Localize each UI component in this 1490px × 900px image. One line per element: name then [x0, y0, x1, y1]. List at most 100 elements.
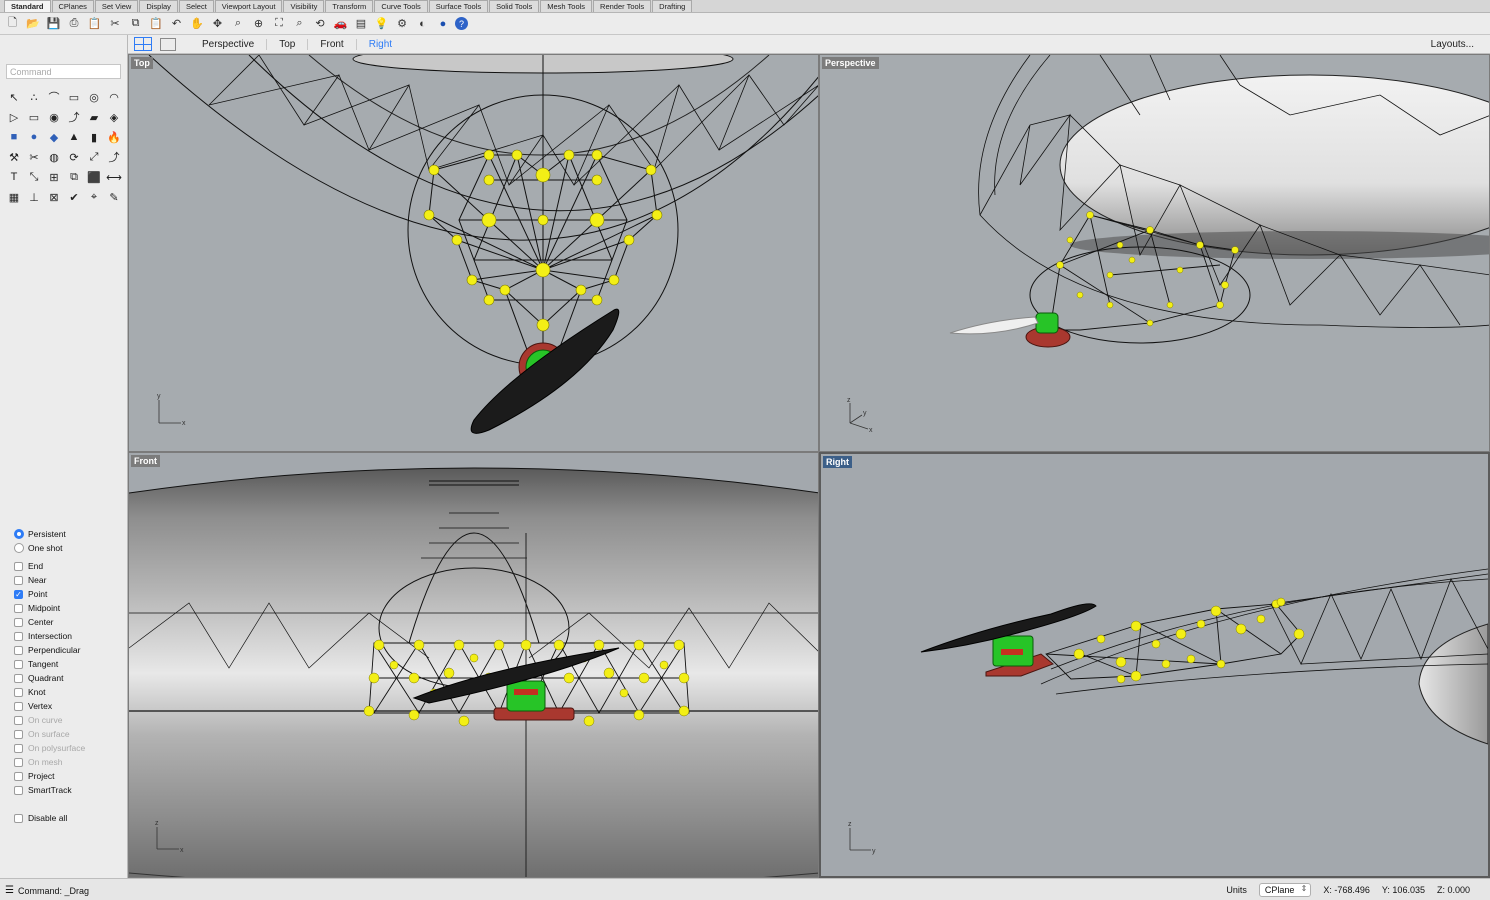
tab-surface-tools[interactable]: Surface Tools	[428, 0, 489, 12]
one-shot-radio[interactable]	[14, 543, 24, 553]
tab-front[interactable]: Front	[308, 38, 357, 50]
tab-display[interactable]: Display	[139, 0, 178, 12]
units-label[interactable]: Units	[1226, 885, 1247, 895]
open-file-icon[interactable]: 📂	[25, 15, 42, 32]
help-icon[interactable]: ?	[455, 17, 468, 30]
osnap-vertex-checkbox[interactable]	[14, 701, 23, 711]
osnap-intersection-checkbox[interactable]	[14, 631, 23, 641]
rectangle-icon[interactable]: ▭	[64, 87, 84, 107]
copy-icon[interactable]: ⧉	[127, 15, 144, 32]
boolean-icon[interactable]: ◍	[44, 147, 64, 167]
osnap-tangent[interactable]: Tangent	[14, 657, 124, 671]
dimension-icon[interactable]: ⟷	[104, 167, 124, 187]
properties-icon[interactable]: ⚙	[394, 15, 411, 32]
layer-icon[interactable]: ▤	[353, 15, 370, 32]
cube-icon[interactable]: ⬛	[84, 167, 104, 187]
osnap-project[interactable]: Project	[14, 769, 124, 783]
one-shot-radio-row[interactable]: One shot	[14, 541, 124, 555]
osnap-project-checkbox[interactable]	[14, 771, 23, 781]
car-icon[interactable]: 🚗	[332, 15, 349, 32]
fire-icon[interactable]: 🔥	[104, 127, 124, 147]
command-history[interactable]: ☰ Command: _Drag	[5, 885, 89, 896]
viewport-right[interactable]: Right z y	[819, 452, 1490, 878]
zoom-extents-icon[interactable]: ⛶	[271, 15, 288, 32]
osnap-end-checkbox[interactable]	[14, 561, 23, 571]
text-icon[interactable]: T	[4, 167, 24, 187]
paste-icon[interactable]: 📋	[86, 15, 103, 32]
rotate-tool-icon[interactable]: ⤴	[104, 147, 124, 167]
osnap-perpendicular-checkbox[interactable]	[14, 645, 23, 655]
osnap-quadrant-checkbox[interactable]	[14, 673, 23, 683]
rotate-view-icon[interactable]: ⟲	[312, 15, 329, 32]
osnap-on-surface[interactable]: On surface	[14, 727, 124, 741]
transform-icon[interactable]: ⊞	[44, 167, 64, 187]
osnap-end[interactable]: End	[14, 559, 124, 573]
curve-tool-icon[interactable]: ⤴	[64, 107, 84, 127]
viewport-perspective[interactable]: Perspective z y x	[819, 54, 1490, 452]
pan-hand-icon[interactable]: ✋	[189, 15, 206, 32]
tab-transform[interactable]: Transform	[325, 0, 374, 12]
tab-visibility[interactable]: Visibility	[283, 0, 325, 12]
osnap-smarttrack[interactable]: SmartTrack	[14, 783, 124, 797]
menu-lines-icon[interactable]: ☰	[5, 885, 14, 896]
bulb-icon[interactable]: 💡	[373, 15, 390, 32]
disable-all-checkbox[interactable]	[14, 813, 23, 823]
material-icon[interactable]: ◐	[414, 15, 431, 32]
osnap-tangent-checkbox[interactable]	[14, 659, 23, 669]
render-sphere-icon[interactable]: ●	[435, 15, 452, 32]
tab-viewport-layout[interactable]: Viewport Layout	[214, 0, 283, 12]
zoom-icon[interactable]: ⌕	[230, 15, 247, 32]
osnap-on-polysurface[interactable]: On polysurface	[14, 741, 124, 755]
tab-perspective[interactable]: Perspective	[190, 38, 268, 50]
move-icon[interactable]: ✥	[209, 15, 226, 32]
polyline-icon[interactable]: ⌒	[44, 87, 64, 107]
viewport-top[interactable]: Top y x	[128, 54, 819, 452]
array-icon[interactable]: ▦	[4, 187, 24, 207]
layouts-button[interactable]: Layouts...	[1431, 39, 1474, 50]
tab-standard[interactable]: Standard	[4, 0, 51, 12]
osnap-on-surface-checkbox[interactable]	[14, 729, 23, 739]
viewport-label-top[interactable]: Top	[131, 57, 153, 69]
tab-mesh-tools[interactable]: Mesh Tools	[540, 0, 593, 12]
circle-icon[interactable]: ◎	[84, 87, 104, 107]
mirror-icon[interactable]: ⧉	[64, 167, 84, 187]
split-icon[interactable]: ✂	[24, 147, 44, 167]
zoom-window-icon[interactable]: ⊕	[250, 15, 267, 32]
osnap-on-curve-checkbox[interactable]	[14, 715, 23, 725]
trim-icon[interactable]: ⚒	[4, 147, 24, 167]
osnap-quadrant[interactable]: Quadrant	[14, 671, 124, 685]
cylinder-icon[interactable]: ▮	[84, 127, 104, 147]
osnap-near-checkbox[interactable]	[14, 575, 23, 585]
zoom-selected-icon[interactable]: ⌕	[291, 15, 308, 32]
group-icon[interactable]: ⊠	[44, 187, 64, 207]
move-tool-icon[interactable]: ⤢	[84, 147, 104, 167]
osnap-midpoint-checkbox[interactable]	[14, 603, 23, 613]
osnap-on-mesh-checkbox[interactable]	[14, 757, 23, 767]
tab-render-tools[interactable]: Render Tools	[593, 0, 652, 12]
print-icon[interactable]: ⎙	[66, 15, 83, 32]
tab-select[interactable]: Select	[178, 0, 214, 12]
osnap-smarttrack-checkbox[interactable]	[14, 785, 23, 795]
tab-top[interactable]: Top	[267, 38, 309, 50]
osnap-vertex[interactable]: Vertex	[14, 699, 124, 713]
four-view-layout-icon[interactable]	[134, 37, 152, 51]
edit-icon[interactable]: ✎	[104, 187, 124, 207]
command-input[interactable]	[6, 64, 121, 79]
osnap-on-polysurface-checkbox[interactable]	[14, 743, 23, 753]
single-view-layout-icon[interactable]	[160, 37, 176, 51]
cut-icon[interactable]: ✂	[107, 15, 124, 32]
osnap-center-checkbox[interactable]	[14, 617, 23, 627]
osnap-point[interactable]: ✓ Point	[14, 587, 124, 601]
scale-icon[interactable]: ⤡	[24, 167, 44, 187]
solid-icon[interactable]: ◆	[44, 127, 64, 147]
osnap-intersection[interactable]: Intersection	[14, 629, 124, 643]
osnap-knot-checkbox[interactable]	[14, 687, 23, 697]
extrude-icon[interactable]: ▲	[64, 127, 84, 147]
undo-icon[interactable]: ↶	[168, 15, 185, 32]
box-icon[interactable]: ■	[4, 127, 24, 147]
curve-icon[interactable]: ▷	[4, 107, 24, 127]
osnap-perpendicular[interactable]: Perpendicular	[14, 643, 124, 657]
select-arrow-icon[interactable]: ↖	[4, 87, 24, 107]
tab-cplanes[interactable]: CPlanes	[51, 0, 94, 12]
disable-all-row[interactable]: Disable all	[14, 811, 124, 825]
